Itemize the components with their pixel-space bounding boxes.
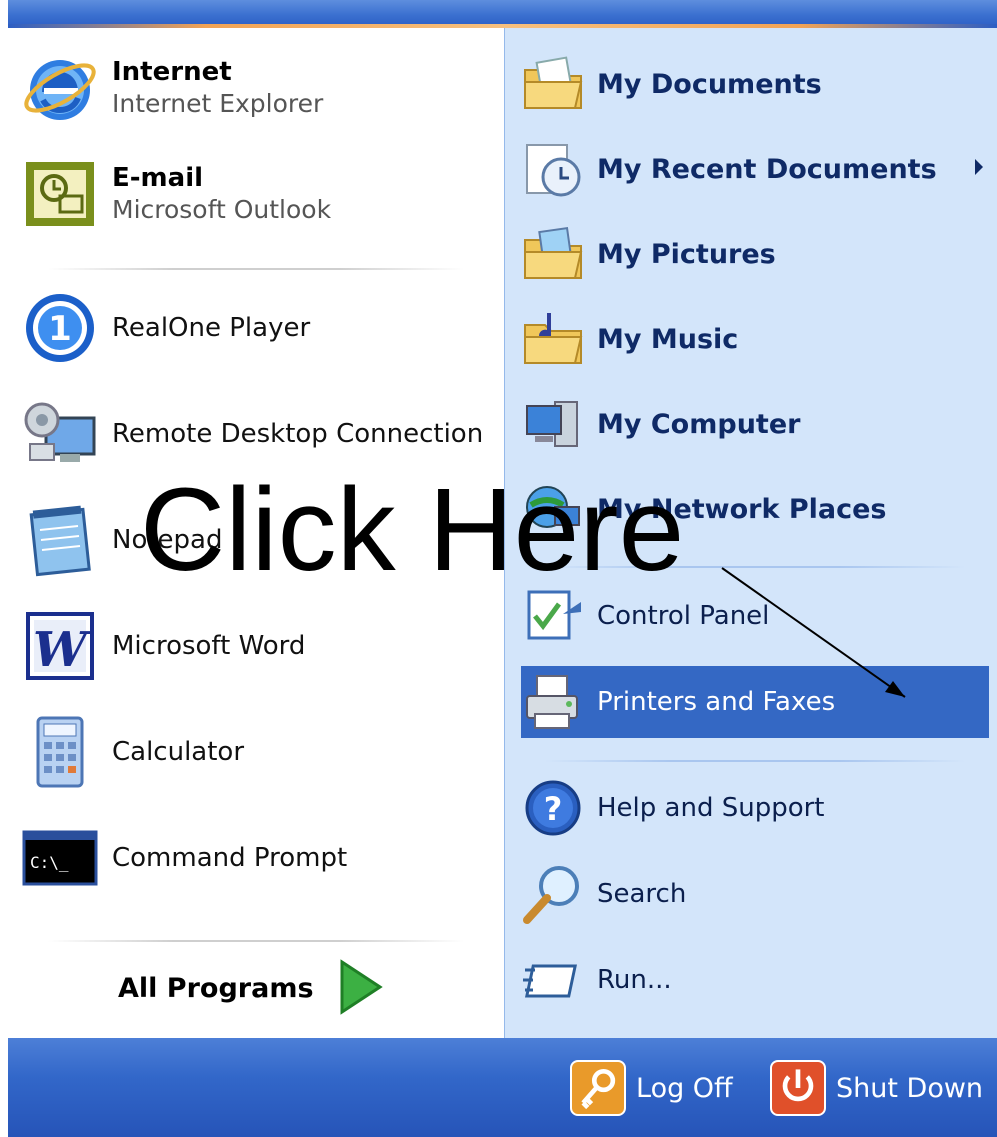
place-my-computer-label: My Computer bbox=[597, 408, 801, 440]
help-and-support-label: Help and Support bbox=[597, 793, 825, 823]
start-menu-footer: Log Off Shut Down bbox=[8, 1038, 997, 1137]
notepad-icon bbox=[20, 500, 100, 580]
place-my-pictures[interactable]: My Pictures bbox=[521, 218, 989, 290]
separator bbox=[545, 566, 965, 568]
place-my-recent-documents[interactable]: My Recent Documents bbox=[521, 133, 989, 205]
internet-explorer-icon bbox=[20, 48, 100, 128]
start-menu: Internet Internet Explorer E-mail Micros… bbox=[8, 0, 997, 1137]
svg-text:1: 1 bbox=[48, 309, 72, 349]
my-music-icon bbox=[521, 307, 585, 371]
my-pictures-icon bbox=[521, 222, 585, 286]
setting-control-panel-label: Control Panel bbox=[597, 601, 770, 631]
outlook-icon bbox=[20, 154, 100, 234]
place-my-network-places-label: My Network Places bbox=[597, 493, 887, 525]
recent-microsoft-word-label: Microsoft Word bbox=[112, 631, 306, 661]
network-places-icon bbox=[521, 477, 585, 541]
recent-calculator-label: Calculator bbox=[112, 737, 245, 767]
control-panel-icon bbox=[521, 584, 585, 648]
recent-command-prompt[interactable]: C:\_ Command Prompt bbox=[20, 818, 500, 898]
all-programs-button[interactable]: All Programs bbox=[118, 958, 384, 1020]
my-documents-icon bbox=[521, 52, 585, 116]
power-icon bbox=[770, 1060, 826, 1116]
place-my-documents[interactable]: My Documents bbox=[521, 48, 989, 120]
svg-text:C:\_: C:\_ bbox=[30, 853, 69, 872]
places-panel: My Documents My Recent Documents My Pict… bbox=[504, 28, 997, 1038]
key-icon bbox=[570, 1060, 626, 1116]
separator bbox=[545, 760, 965, 762]
place-my-documents-label: My Documents bbox=[597, 68, 822, 100]
remote-desktop-icon bbox=[20, 394, 100, 474]
separator bbox=[48, 268, 464, 270]
run-label: Run... bbox=[597, 965, 672, 995]
help-icon: ? bbox=[521, 776, 585, 840]
place-my-pictures-label: My Pictures bbox=[597, 238, 776, 270]
recent-command-prompt-label: Command Prompt bbox=[112, 843, 348, 873]
place-my-network-places[interactable]: My Network Places bbox=[521, 473, 989, 545]
shut-down-button[interactable]: Shut Down bbox=[770, 1060, 983, 1116]
word-icon: W bbox=[20, 606, 100, 686]
pinned-email[interactable]: E-mail Microsoft Outlook bbox=[20, 154, 500, 234]
realone-player-icon: 1 bbox=[20, 288, 100, 368]
search-label: Search bbox=[597, 879, 687, 909]
run-item[interactable]: Run... bbox=[521, 944, 989, 1016]
shut-down-label: Shut Down bbox=[836, 1072, 984, 1104]
recent-documents-icon bbox=[521, 137, 585, 201]
green-arrow-icon bbox=[336, 958, 384, 1020]
command-prompt-icon: C:\_ bbox=[20, 818, 100, 898]
place-my-music[interactable]: My Music bbox=[521, 303, 989, 375]
recent-remote-desktop-label: Remote Desktop Connection bbox=[112, 419, 484, 449]
pinned-email-subtitle: Microsoft Outlook bbox=[112, 195, 332, 224]
search-item[interactable]: Search bbox=[521, 858, 989, 930]
recent-realone-player[interactable]: 1 RealOne Player bbox=[20, 288, 500, 368]
run-icon bbox=[521, 948, 585, 1012]
recent-notepad-label: Notepad bbox=[112, 525, 223, 555]
calculator-icon bbox=[20, 712, 100, 792]
log-off-button[interactable]: Log Off bbox=[570, 1060, 733, 1116]
setting-printers-and-faxes-label: Printers and Faxes bbox=[597, 687, 836, 717]
submenu-arrow-icon bbox=[975, 159, 983, 175]
recent-calculator[interactable]: Calculator bbox=[20, 712, 500, 792]
pinned-internet[interactable]: Internet Internet Explorer bbox=[20, 48, 500, 128]
svg-text:W: W bbox=[33, 622, 91, 678]
recent-realone-player-label: RealOne Player bbox=[112, 313, 311, 343]
log-off-label: Log Off bbox=[636, 1072, 733, 1104]
start-menu-header bbox=[8, 0, 997, 28]
search-icon bbox=[521, 862, 585, 926]
pinned-internet-subtitle: Internet Explorer bbox=[112, 89, 324, 118]
separator bbox=[48, 940, 464, 942]
setting-printers-and-faxes[interactable]: Printers and Faxes bbox=[521, 666, 989, 738]
place-my-music-label: My Music bbox=[597, 323, 739, 355]
pinned-internet-title: Internet bbox=[112, 57, 232, 87]
programs-panel: Internet Internet Explorer E-mail Micros… bbox=[8, 28, 504, 1038]
setting-control-panel[interactable]: Control Panel bbox=[521, 580, 989, 652]
pinned-email-title: E-mail bbox=[112, 163, 204, 193]
all-programs-label: All Programs bbox=[118, 973, 314, 1004]
my-computer-icon bbox=[521, 392, 585, 456]
place-my-computer[interactable]: My Computer bbox=[521, 388, 989, 460]
recent-remote-desktop[interactable]: Remote Desktop Connection bbox=[20, 394, 500, 474]
help-and-support[interactable]: ? Help and Support bbox=[521, 772, 989, 844]
place-my-recent-documents-label: My Recent Documents bbox=[597, 153, 937, 185]
svg-text:?: ? bbox=[544, 790, 563, 828]
recent-microsoft-word[interactable]: W Microsoft Word bbox=[20, 606, 500, 686]
recent-notepad[interactable]: Notepad bbox=[20, 500, 500, 580]
printer-icon bbox=[521, 670, 585, 734]
